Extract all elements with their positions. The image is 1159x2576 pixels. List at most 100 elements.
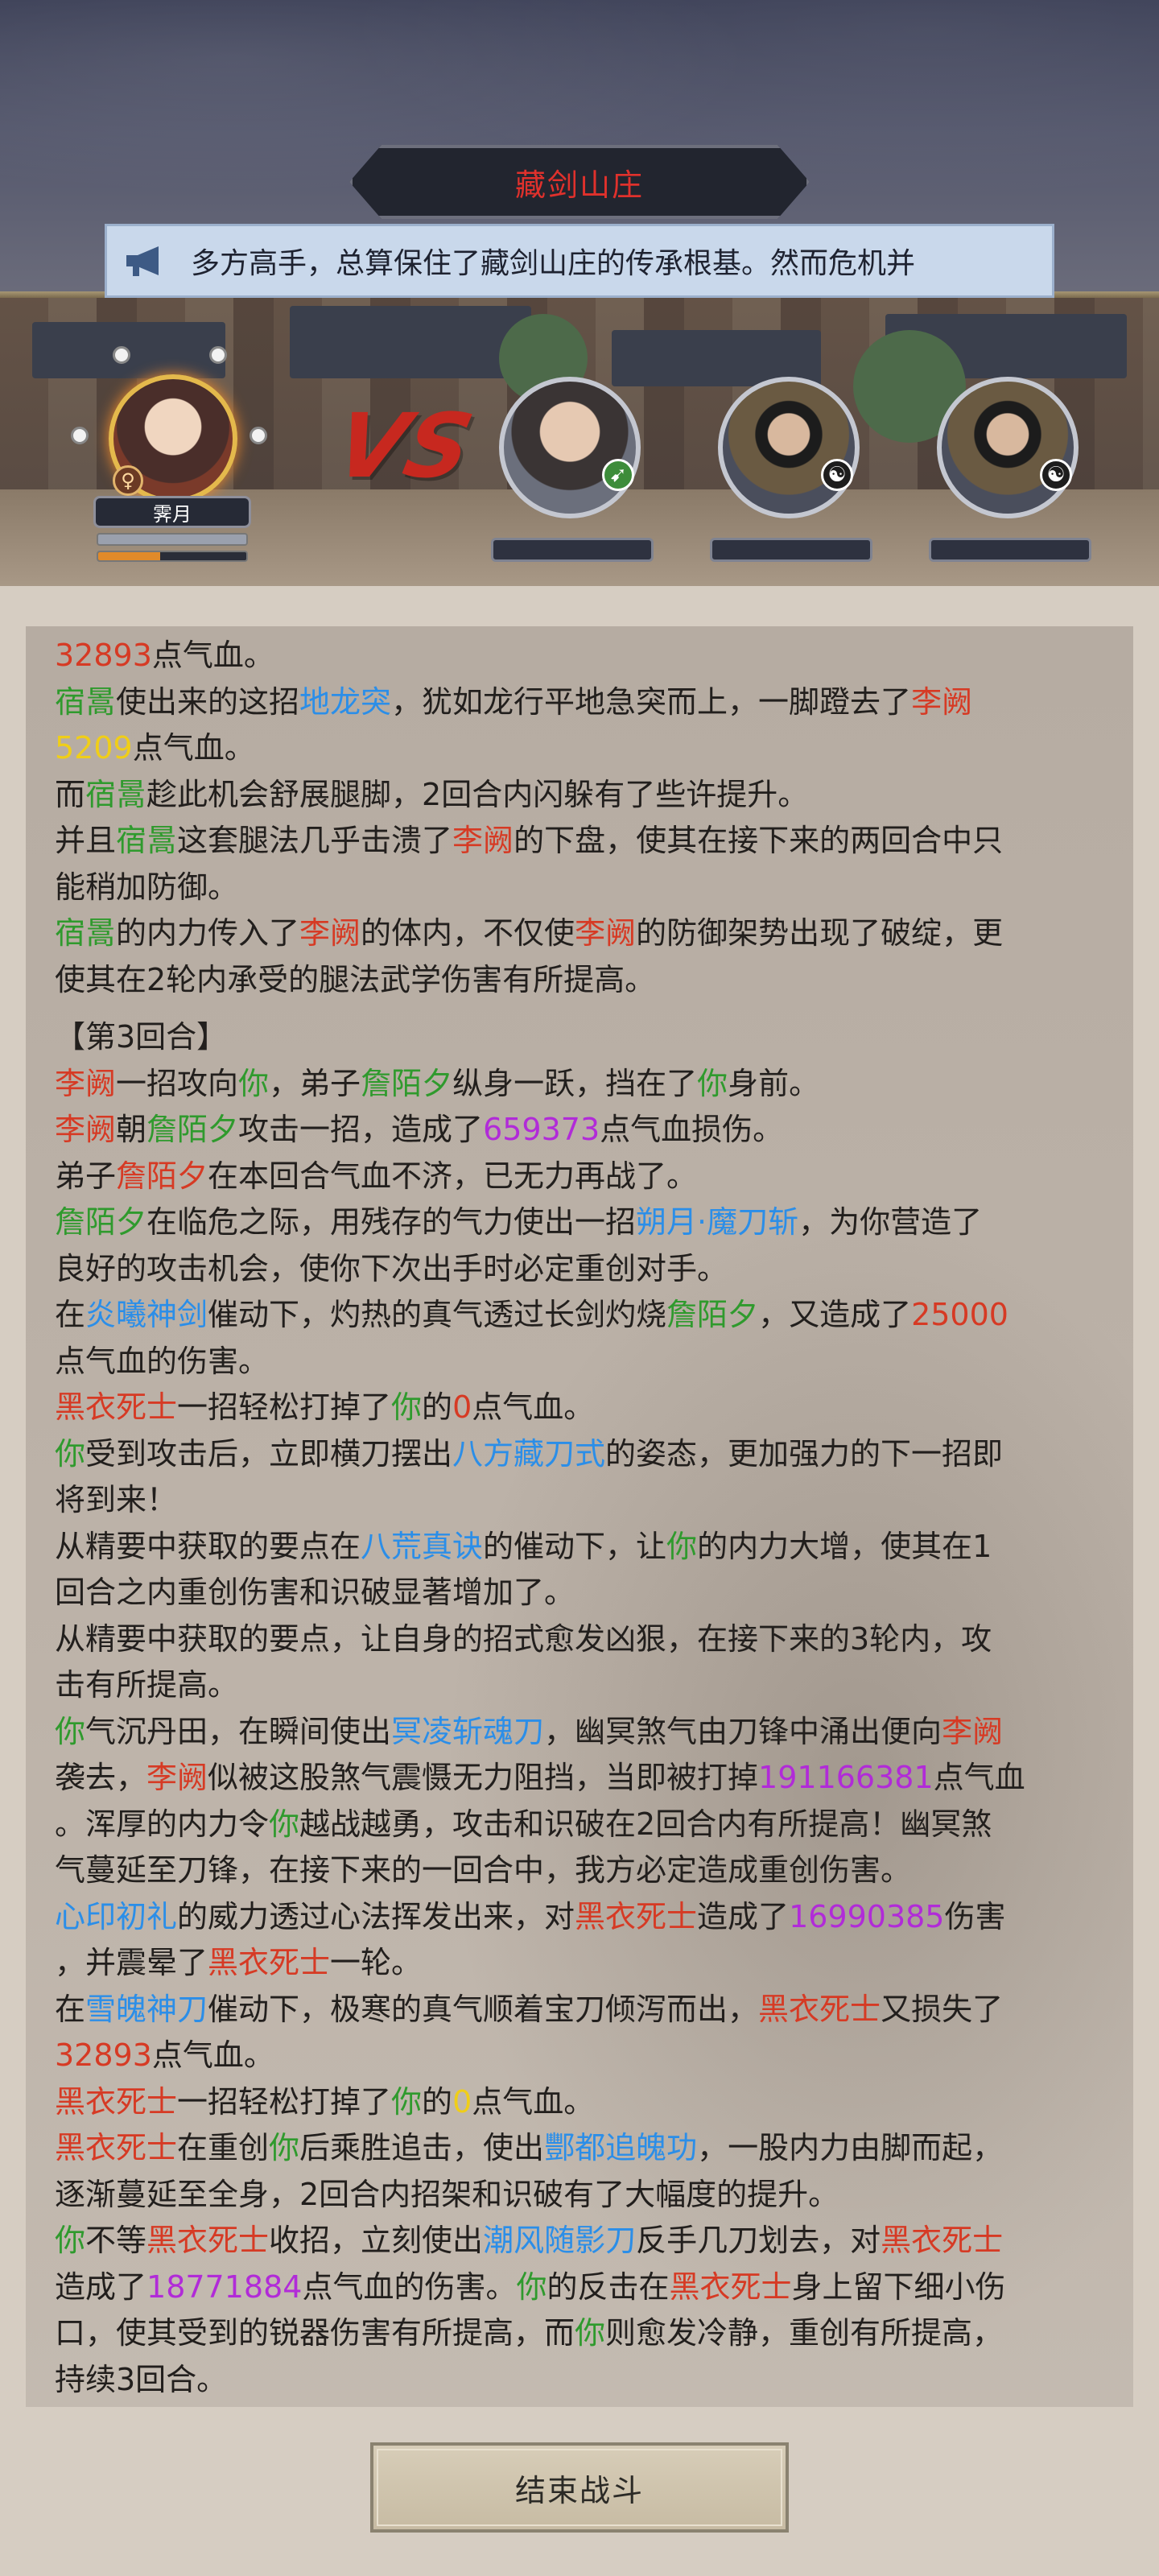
log-name-red: 0 (452, 1389, 472, 1425)
log-text: 造成了 (55, 2268, 147, 2305)
log-damage-value: 16990385 (789, 1898, 945, 1934)
log-text: 。浑厚的内力令 (55, 1806, 270, 1842)
log-skill-name: 冥凌斩魂刀 (391, 1713, 545, 1749)
log-text: 使出来的这招 (116, 683, 300, 720)
log-text: 【第3回合】 (55, 1019, 228, 1055)
log-name-green: 你 (697, 1065, 728, 1101)
location-title: 藏剑山庄 (514, 167, 644, 203)
enemy-portrait[interactable] (499, 377, 641, 518)
log-text: 的内力传入了 (116, 915, 300, 951)
log-name-red: 25000 (911, 1297, 1008, 1332)
log-text: 趁此机会舒展腿脚，2回合内闪躲有了些许提升。 (146, 776, 809, 812)
hero-hp-bar (97, 533, 248, 546)
log-name-red: 黑衣死士 (575, 1898, 698, 1934)
log-line: 造成了18771884点气血的伤害。你的反击在黑衣死士身上留下细小伤 (55, 2264, 1106, 2311)
log-skill-name: 潮风随影刀 (483, 2223, 637, 2258)
enemy-portrait[interactable] (937, 377, 1079, 518)
log-text: 身上留下细小伤 (791, 2268, 1006, 2305)
log-name-red: 李阙 (146, 1760, 208, 1795)
log-line: 宿暠使出来的这招地龙突，犹如龙行平地急突而上，一脚蹬去了李阙 (55, 679, 1106, 726)
log-text: 的防御架势出现了破绽，更 (636, 915, 1004, 951)
log-text: 点气血。 (472, 1389, 595, 1425)
log-skill-name: 八方藏刀式 (452, 1435, 606, 1472)
log-skill-name: 雪魄神刀 (85, 1991, 208, 2027)
log-text: 点气血 (933, 1760, 1025, 1795)
log-name-red: 李阙 (942, 1713, 1004, 1749)
log-text: 击有所提高。 (55, 1667, 239, 1703)
log-text: 不等 (85, 2223, 147, 2258)
log-text: 在重创 (177, 2130, 270, 2165)
log-text: 逐渐蔓延至全身，2回合内招架和识破有了大幅度的提升。 (55, 2176, 839, 2212)
log-damage-value: 191166381 (758, 1760, 934, 1795)
log-name-green: 詹陌夕 (361, 1065, 453, 1101)
log-line: 李阙一招攻向你，弟子詹陌夕纵身一跃，挡在了你身前。 (55, 1061, 1106, 1108)
log-text: 点气血损伤。 (600, 1112, 784, 1147)
log-name-red: 黑衣死士 (208, 1945, 331, 1980)
log-name-green: 宿暠 (85, 776, 147, 812)
log-line: 你气沉丹田，在瞬间使出冥凌斩魂刀，幽冥煞气由刀锋中涌出便向李阙 (55, 1709, 1106, 1756)
log-text: 点气血的伤害。 (302, 2268, 517, 2305)
log-name-red: 李阙 (55, 1065, 117, 1101)
log-line: 在炎曦神剑催动下，灼热的真气透过长剑灼烧詹陌夕，又造成了25000 (55, 1292, 1106, 1339)
log-text: 而 (55, 776, 86, 812)
log-text: ，弟子 (269, 1065, 361, 1101)
log-skill-name: 地龙突 (299, 683, 392, 720)
log-text: 在临危之际，用残存的气力使出一招 (146, 1204, 637, 1240)
vs-label: VS (327, 394, 481, 497)
log-line: 。浑厚的内力令你越战越勇，攻击和识破在2回合内有所提高！幽冥煞 (55, 1802, 1106, 1848)
log-name-green: 你 (269, 1806, 300, 1842)
log-line: 口，使其受到的锐器伤害有所提高，而你则愈发冷静，重创有所提高， (55, 2310, 1106, 2357)
log-line: 点气血的伤害。 (55, 1339, 1106, 1385)
log-text: 能稍加防御。 (55, 869, 239, 905)
log-name-green: 詹陌夕 (666, 1297, 759, 1332)
female-icon: ♀ (113, 465, 143, 496)
log-text: 则愈发冷静，重创有所提高， (605, 2315, 1004, 2351)
star-icon (209, 346, 227, 364)
log-text: 造成了 (697, 1898, 790, 1934)
log-line: 心印初礼的威力透过心法挥发出来，对黑衣死士造成了16990385伤害 (55, 1894, 1106, 1941)
log-text: 口，使其受到的锐器伤害有所提高，而 (55, 2315, 575, 2351)
log-name-red: 黑衣死士 (55, 2130, 178, 2165)
log-line: 从精要中获取的要点，让自身的招式愈发凶狠，在接下来的3轮内，攻 (55, 1616, 1106, 1663)
log-text: 回合之内重创伤害和识破显著增加了。 (55, 1575, 575, 1610)
log-text: 一招轻松打掉了 (177, 2083, 392, 2120)
log-name-red: 李阙 (575, 915, 637, 951)
log-text: 身前。 (728, 1065, 820, 1101)
log-skill-name: 朔月·魔刀斩 (636, 1204, 799, 1240)
log-text: 收招，立刻使出 (269, 2223, 484, 2258)
log-text: 一招攻向 (116, 1065, 239, 1101)
log-text: 反手几刀划去，对 (636, 2223, 881, 2258)
megaphone-icon (126, 246, 159, 276)
log-name-green: 你 (238, 1065, 270, 1101)
log-line: 并且宿暠这套腿法几乎击溃了李阙的下盘，使其在接下来的两回合中只 (55, 818, 1106, 865)
log-line: 回合之内重创伤害和识破显著增加了。 (55, 1570, 1106, 1616)
log-text: 弟子 (55, 1158, 117, 1194)
log-text: 从精要中获取的要点，让自身的招式愈发凶狠，在接下来的3轮内，攻 (55, 1620, 992, 1657)
log-name-red: 黑衣死士 (55, 2083, 178, 2120)
log-line: 32893点气血。 (55, 633, 1106, 679)
log-name-green: 宿暠 (116, 823, 178, 858)
log-line: 而宿暠趁此机会舒展腿脚，2回合内闪躲有了些许提升。 (55, 772, 1106, 819)
enemy-portrait[interactable] (718, 377, 860, 518)
log-line: 从精要中获取的要点在八荒真诀的催动下，让你的内力大增，使其在1 (55, 1524, 1106, 1571)
log-name-red: 黑衣死士 (758, 1991, 881, 2027)
log-text: 的 (422, 2083, 453, 2120)
log-damage-value: 659373 (483, 1112, 600, 1147)
log-line: ，并震晕了黑衣死士一轮。 (55, 1940, 1106, 1987)
log-name-red: 李阙 (55, 1112, 117, 1147)
log-name-red: 黑衣死士 (55, 1389, 178, 1425)
log-skill-name: 八荒真诀 (361, 1528, 484, 1564)
log-name-red: 32893 (55, 638, 152, 673)
log-damage-value: 18771884 (146, 2268, 303, 2305)
notice-bar[interactable]: 多方高手，总算保住了藏剑山庄的传承根基。然而危机并 (105, 224, 1054, 298)
log-text: 后乘胜追击，使出 (299, 2130, 545, 2165)
battle-log[interactable]: 32893点气血。 宿暠使出来的这招地龙突，犹如龙行平地急突而上，一脚蹬去了李阙 5… (26, 626, 1133, 2407)
log-text: 的体内，不仅使 (361, 915, 575, 951)
log-skill-name: 炎曦神剑 (85, 1297, 208, 1332)
enemy-hp-bar (710, 538, 872, 562)
log-line: 5209点气血。 (55, 725, 1106, 772)
log-text: 在 (55, 1297, 86, 1332)
log-line: 黑衣死士一招轻松打掉了你的0点气血。 (55, 1385, 1106, 1431)
end-battle-button[interactable]: 结束战斗 (370, 2442, 789, 2533)
yin-yang-icon: ☯ (1040, 459, 1072, 491)
